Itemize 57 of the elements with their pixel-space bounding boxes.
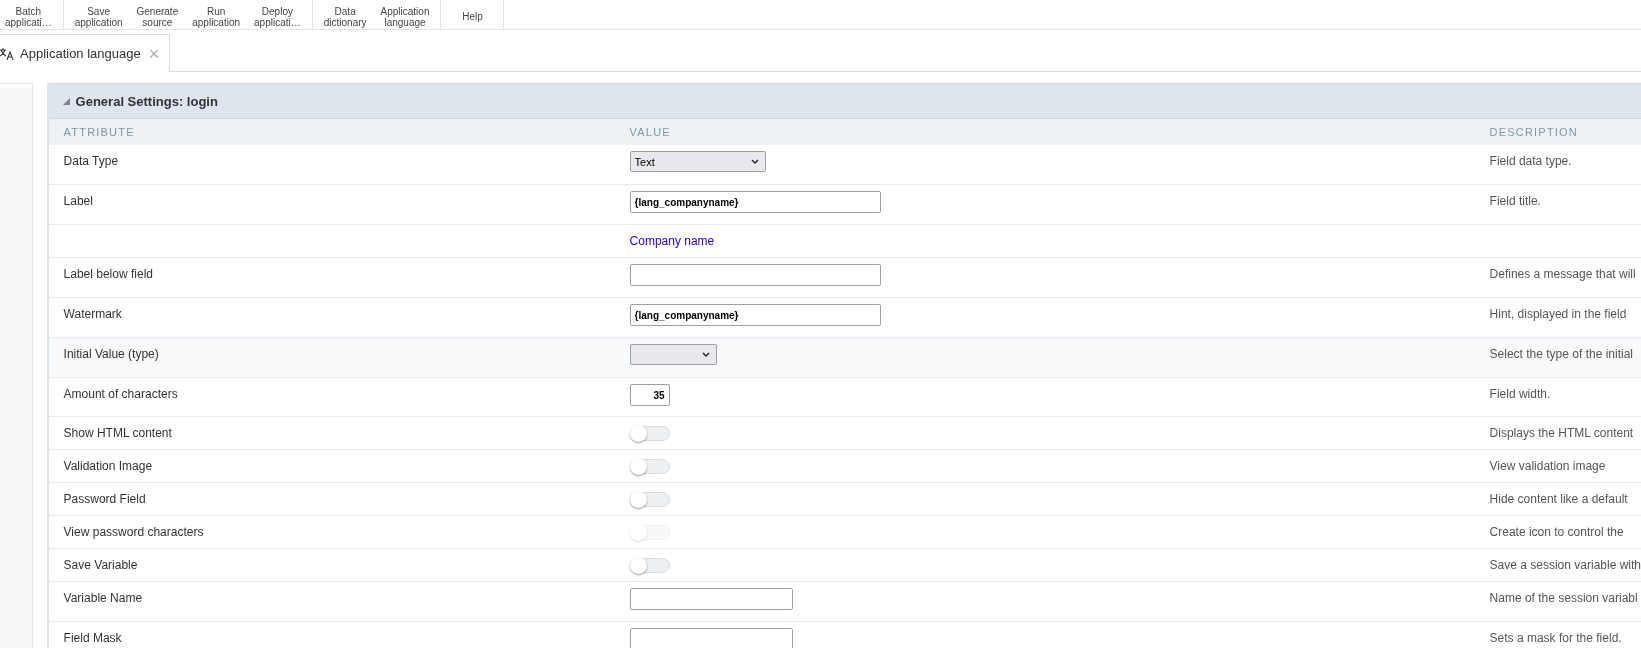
- description-text: Field data type.: [1489, 154, 1572, 168]
- attribute-label: Field Mask: [63, 631, 122, 645]
- toolbar-button[interactable]: Application language: [375, 0, 435, 29]
- description-text: Save a session variable with: [1489, 558, 1641, 572]
- attribute-label: Label: [63, 194, 93, 208]
- attribute-label: Save Variable: [63, 558, 138, 572]
- attribute-label: Watermark: [63, 307, 122, 321]
- description-text: Hide content like a default: [1489, 492, 1628, 506]
- text-field[interactable]: [629, 628, 793, 648]
- attribute-label: View password characters: [63, 525, 204, 539]
- tab[interactable]: Application language ×: [0, 34, 171, 72]
- toggle-switch[interactable]: [629, 426, 670, 441]
- text-field[interactable]: [629, 264, 881, 286]
- attribute-label: Variable Name: [63, 591, 143, 605]
- attribute-label: Validation Image: [63, 459, 153, 473]
- toggle-switch[interactable]: [629, 459, 670, 474]
- attribute-label: Data Type: [63, 154, 119, 168]
- toolbar-button[interactable]: Help: [447, 0, 498, 29]
- description-text: Sets a mask for the field.: [1489, 631, 1622, 645]
- toggle-switch[interactable]: [629, 492, 670, 507]
- column-header: DESCRIPTION: [1488, 126, 1579, 138]
- tab-label: Application language: [20, 46, 141, 61]
- description-text: Field title.: [1489, 194, 1541, 208]
- toolbar-button[interactable]: Deploy applicati…: [249, 0, 306, 29]
- attribute-label: Label below field: [63, 267, 153, 281]
- toolbar-button[interactable]: Save application: [69, 0, 128, 29]
- text-field[interactable]: [629, 588, 793, 610]
- toolbar-button[interactable]: Data dictionary: [318, 0, 372, 29]
- text-field[interactable]: {lang_companyname}: [629, 304, 881, 326]
- description-text: Defines a message that will: [1489, 267, 1636, 281]
- toolbar-button[interactable]: Generate source: [131, 0, 184, 29]
- collapse-icon[interactable]: [62, 97, 70, 105]
- description-text: Create icon to control the: [1489, 525, 1624, 539]
- toolbar-button[interactable]: Run application: [187, 0, 246, 29]
- attribute-label: Show HTML content: [63, 426, 172, 440]
- select-dropdown[interactable]: Text: [629, 151, 766, 172]
- description-text: Field width.: [1489, 387, 1551, 401]
- description-text: Name of the session variabl: [1489, 591, 1638, 605]
- column-header: ATTRIBUTE: [62, 126, 136, 138]
- description-text: Displays the HTML content: [1489, 426, 1634, 440]
- panel-title: General Settings: login: [75, 93, 218, 109]
- attribute-label: Initial Value (type): [63, 347, 159, 361]
- translate-icon: [0, 47, 14, 60]
- description-text: View validation image: [1489, 459, 1606, 473]
- label-preview: Company name: [629, 234, 715, 248]
- number-field[interactable]: 35: [629, 384, 670, 406]
- toggle-switch[interactable]: [629, 558, 670, 573]
- description-text: Select the type of the initial: [1489, 347, 1633, 361]
- text-field[interactable]: {lang_companyname}: [629, 191, 881, 213]
- attribute-label: Amount of characters: [63, 387, 178, 401]
- chevron-down-icon: [750, 159, 759, 164]
- description-text: Hint, displayed in the field: [1489, 307, 1627, 321]
- toolbar-button[interactable]: Batch applicati…: [0, 0, 57, 29]
- column-header: VALUE: [628, 126, 672, 138]
- chevron-down-icon: [701, 352, 710, 357]
- attribute-label: Password Field: [63, 492, 146, 506]
- select-dropdown[interactable]: [629, 344, 717, 365]
